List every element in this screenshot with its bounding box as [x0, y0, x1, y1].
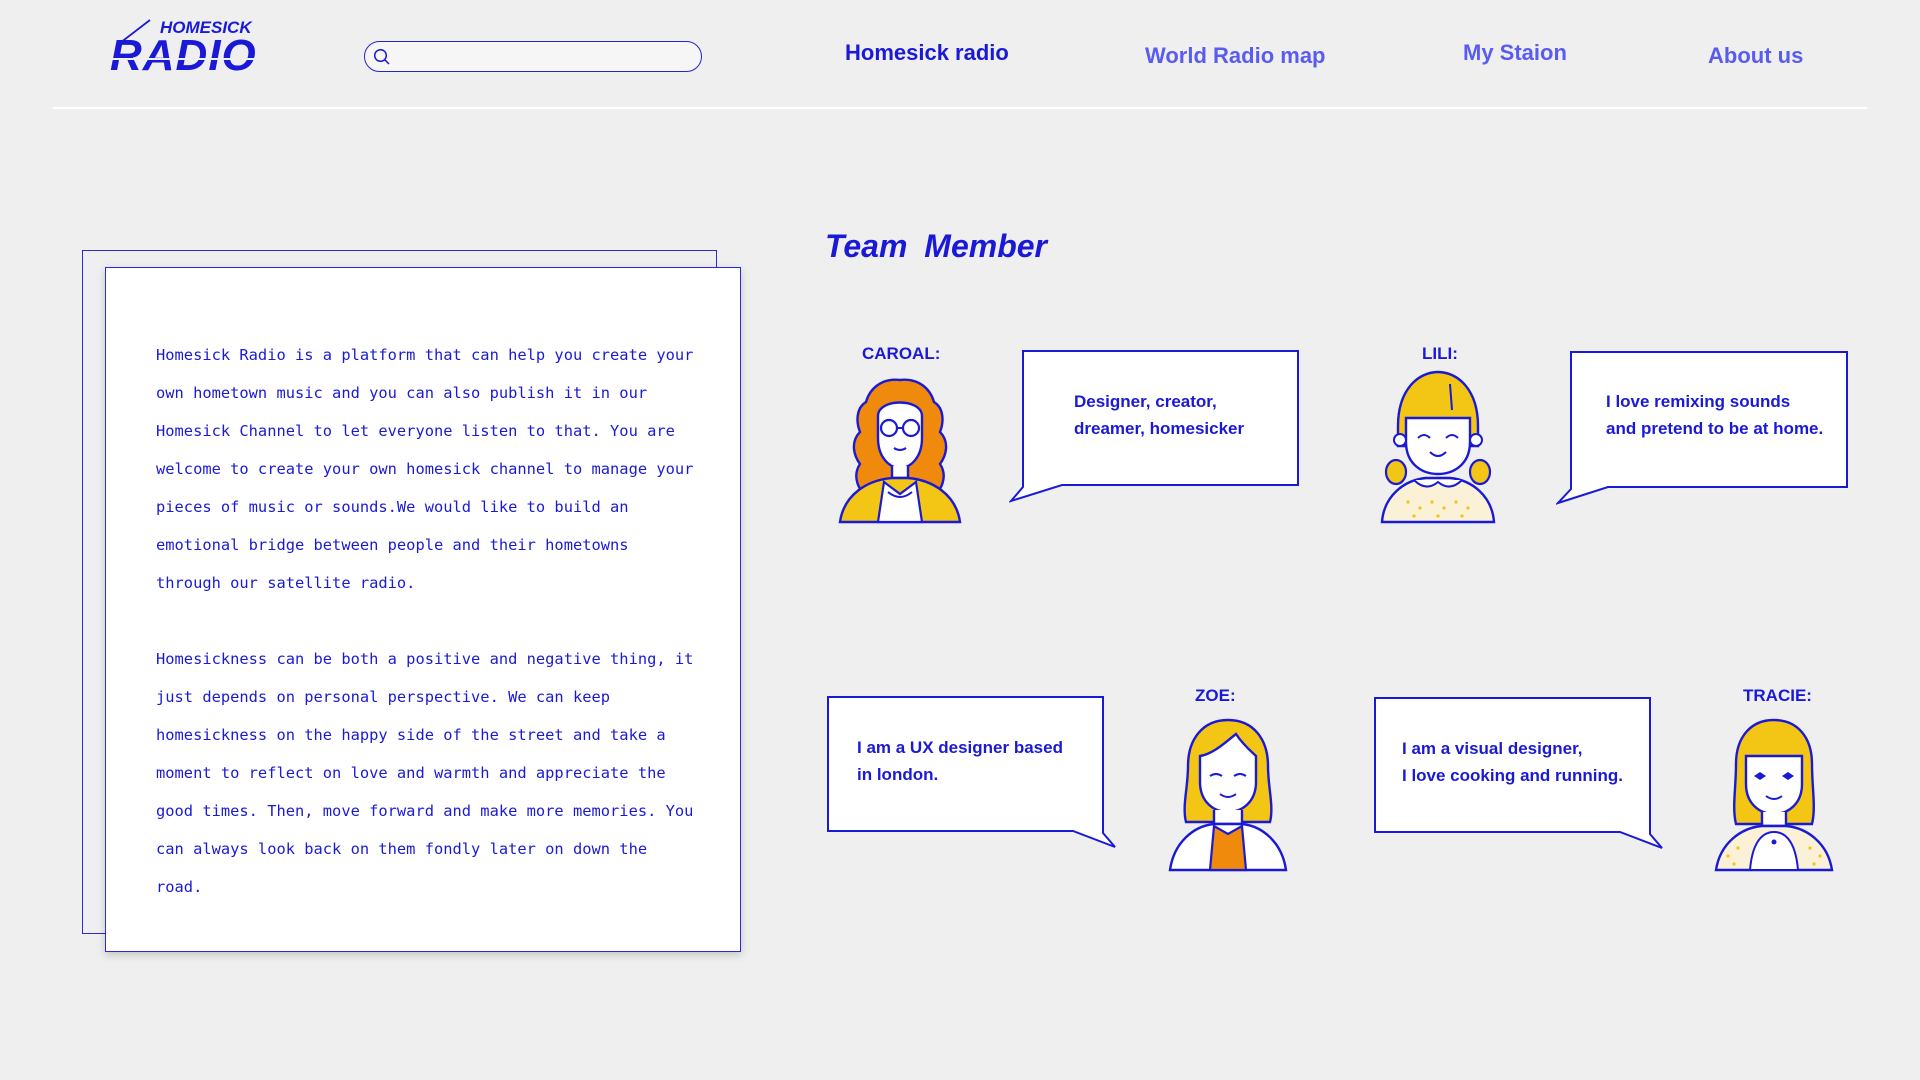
- speech-bubble-zoe: I am a UX designer based in london.: [827, 696, 1117, 851]
- quote-tracie: I am a visual designer, I love cooking a…: [1402, 739, 1624, 785]
- carol-avatar: [838, 378, 962, 524]
- lili-avatar: [1380, 370, 1496, 524]
- search-input[interactable]: [399, 46, 693, 68]
- about-paragraph-1: Homesick Radio is a platform that can he…: [156, 346, 694, 592]
- speech-bubble-lili: I love remixing sounds and pretend to be…: [1556, 351, 1848, 506]
- logo[interactable]: HOMESICK RADIO: [108, 16, 258, 82]
- quote-zoe: I am a UX designer based in london.: [857, 738, 1063, 784]
- member-name-zoe: ZOE:: [1195, 686, 1236, 705]
- member-name-tracie: TRACIE:: [1743, 686, 1812, 705]
- speech-bubble-caroal: Designer, creator, dreamer, homesicker: [1009, 350, 1299, 505]
- header-divider: [53, 107, 1867, 109]
- about-card: Homesick Radio is a platform that can he…: [105, 267, 741, 952]
- member-name-caroal: CAROAL:: [862, 344, 941, 363]
- nav-about-us[interactable]: About us: [1708, 43, 1803, 69]
- zoe-avatar: [1168, 718, 1288, 872]
- team-title: Team Member: [825, 228, 1047, 264]
- nav-homesick-radio[interactable]: Homesick radio: [845, 40, 1009, 66]
- logo-strike-line: [108, 58, 258, 60]
- nav-world-radio-map[interactable]: World Radio map: [1145, 43, 1326, 69]
- tracie-avatar: [1714, 718, 1834, 872]
- search-icon: [373, 48, 390, 65]
- about-text: Homesick Radio is a platform that can he…: [156, 336, 696, 944]
- search-bar[interactable]: [364, 41, 702, 72]
- quote-caroal: Designer, creator, dreamer, homesicker: [1074, 392, 1245, 438]
- quote-lili: I love remixing sounds and pretend to be…: [1606, 392, 1824, 438]
- member-name-lili: LILI:: [1422, 344, 1458, 363]
- nav-my-station[interactable]: My Staion: [1463, 40, 1567, 66]
- about-paragraph-2: Homesickness can be both a positive and …: [156, 650, 694, 896]
- speech-bubble-tracie: I am a visual designer, I love cooking a…: [1374, 697, 1664, 852]
